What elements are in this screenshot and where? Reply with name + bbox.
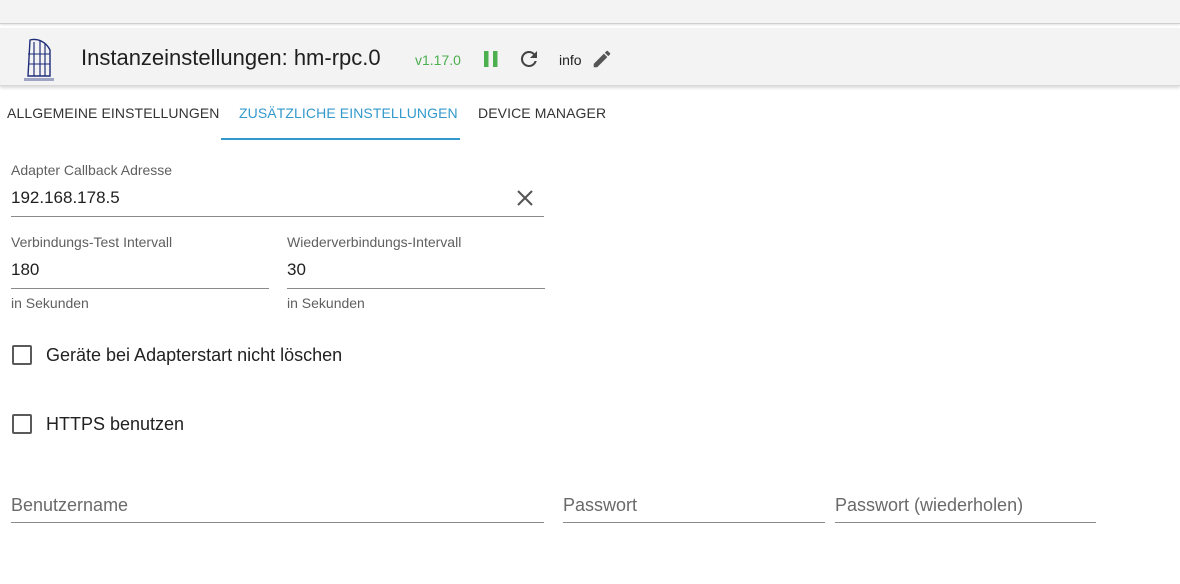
page-title: Instanzeinstellungen: hm-rpc.0 [81, 45, 381, 70]
password-repeat-underline [835, 522, 1096, 523]
reconnect-interval-input[interactable]: 30 [287, 260, 306, 280]
callback-address-underline [11, 216, 544, 217]
password-input[interactable]: Passwort [563, 495, 637, 516]
close-icon[interactable] [514, 187, 536, 209]
callback-address-input[interactable]: 192.168.178.5 [11, 188, 120, 208]
tab-additional-settings[interactable]: ZUSÄTZLICHE EINSTELLUNGEN [239, 100, 458, 140]
check-interval-input[interactable]: 180 [11, 260, 39, 280]
use-https-checkbox[interactable] [12, 414, 32, 434]
reconnect-interval-underline [287, 288, 545, 289]
check-interval-underline [11, 288, 269, 289]
version-label: v1.17.0 [415, 52, 461, 68]
homematic-logo [24, 38, 54, 81]
check-interval-label: Verbindungs-Test Intervall [11, 234, 173, 250]
browser-top-strip [0, 0, 1180, 24]
callback-address-label: Adapter Callback Adresse [11, 162, 173, 178]
tab-device-manager[interactable]: DEVICE MANAGER [478, 100, 606, 140]
check-interval-helper: in Sekunden [11, 295, 89, 311]
reconnect-interval-label: Wiederverbindungs-Intervall [287, 234, 462, 250]
password-underline [563, 522, 825, 523]
instance-settings-header: Instanzeinstellungen: hm-rpc.0 v1.17.0 i… [0, 28, 1180, 86]
password-repeat-input[interactable]: Passwort (wiederholen) [835, 495, 1023, 516]
reload-icon[interactable] [517, 47, 541, 71]
reconnect-interval-helper: in Sekunden [287, 295, 365, 311]
dont-delete-devices-label[interactable]: Geräte bei Adapterstart nicht löschen [46, 345, 342, 366]
pencil-icon[interactable] [591, 48, 613, 70]
info-label: info [559, 52, 582, 68]
tab-general-settings[interactable]: ALLGEMEINE EINSTELLUNGEN [7, 100, 219, 140]
username-input[interactable]: Benutzername [11, 495, 128, 516]
use-https-label[interactable]: HTTPS benutzen [46, 414, 184, 435]
dont-delete-devices-checkbox[interactable] [12, 345, 32, 365]
active-tab-indicator [221, 138, 460, 140]
pause-icon[interactable] [480, 48, 502, 70]
username-underline [11, 522, 544, 523]
